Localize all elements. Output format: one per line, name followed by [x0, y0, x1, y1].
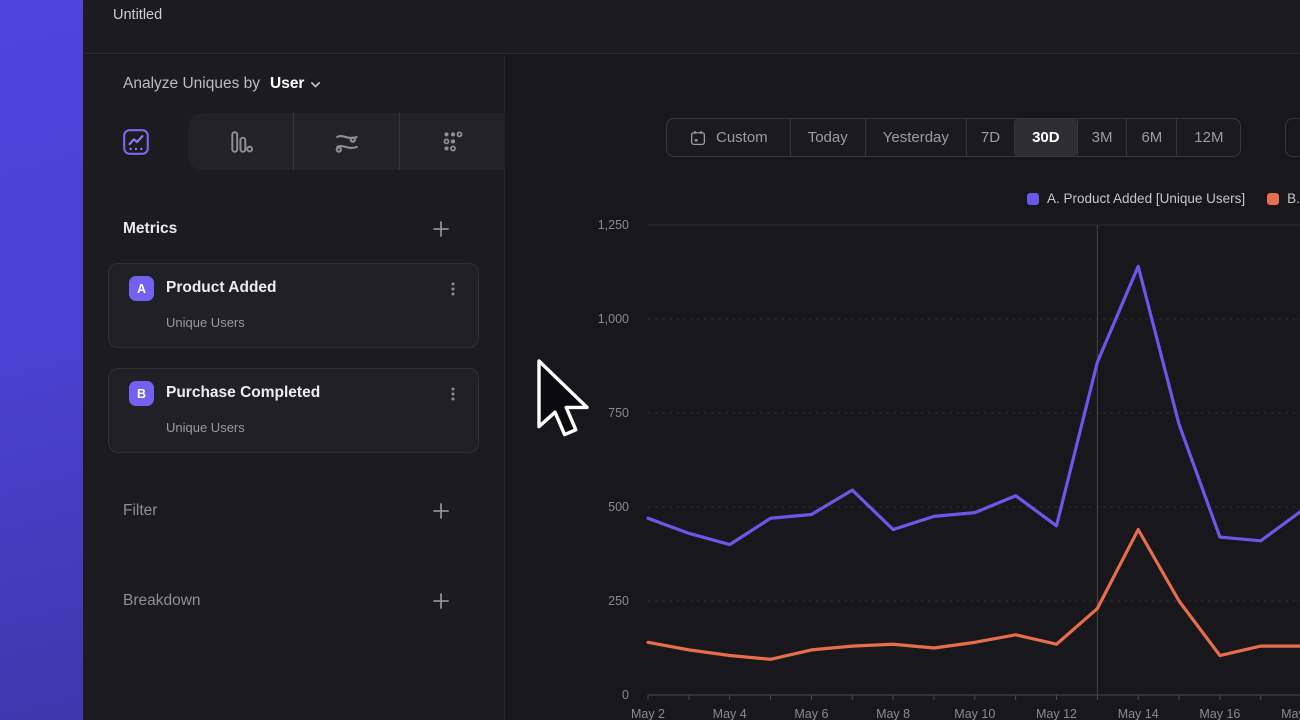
svg-text:May 4: May 4	[713, 707, 747, 720]
svg-text:May 2: May 2	[631, 707, 665, 720]
metric-subtitle: Unique Users	[166, 420, 245, 435]
line-chart-icon	[121, 127, 151, 157]
range-label: 6M	[1141, 129, 1162, 146]
svg-text:500: 500	[608, 500, 629, 514]
svg-text:May 18: May 18	[1281, 707, 1300, 720]
range-button-7d[interactable]: 7D	[966, 119, 1014, 156]
app-window: Untitled Analyze Uniques by User	[83, 0, 1300, 720]
metrics-title: Metrics	[123, 220, 177, 238]
filter-section-header: Filter	[123, 501, 451, 521]
metric-options-button[interactable]	[442, 278, 464, 300]
range-label: Yesterday	[883, 129, 949, 146]
metric-title: Product Added	[166, 279, 277, 297]
range-label: Today	[808, 129, 848, 146]
range-button-today[interactable]: Today	[790, 119, 865, 156]
background-gradient	[0, 0, 83, 720]
add-filter-button[interactable]	[431, 501, 451, 521]
kebab-menu-icon	[445, 281, 461, 297]
tab-bar-chart[interactable]	[188, 113, 293, 170]
filter-title: Filter	[123, 502, 157, 520]
bar-chart-icon	[228, 129, 254, 155]
metric-badge-b: B	[129, 381, 154, 406]
plus-icon	[432, 220, 450, 238]
tab-line-chart[interactable]	[117, 123, 155, 161]
svg-text:1,000: 1,000	[598, 312, 629, 326]
metric-badge-a: A	[129, 276, 154, 301]
grid-chart-icon	[440, 129, 466, 155]
plus-icon	[432, 502, 450, 520]
kebab-menu-icon	[445, 386, 461, 402]
metrics-section-header: Metrics	[123, 219, 451, 239]
svg-text:0: 0	[622, 688, 629, 702]
range-button-6m[interactable]: 6M	[1126, 119, 1176, 156]
range-button-12m[interactable]: 12M	[1176, 119, 1240, 156]
svg-text:May 8: May 8	[876, 707, 910, 720]
svg-text:May 14: May 14	[1118, 707, 1159, 720]
top-header: Untitled	[83, 0, 1300, 54]
add-metric-button[interactable]	[431, 219, 451, 239]
svg-text:1,250: 1,250	[598, 218, 629, 232]
add-breakdown-button[interactable]	[431, 591, 451, 611]
metric-options-button[interactable]	[442, 383, 464, 405]
plus-icon	[432, 592, 450, 610]
metric-card-b[interactable]: B Purchase Completed Unique Users	[108, 368, 479, 453]
range-label: 7D	[981, 129, 1000, 146]
calendar-icon	[689, 129, 707, 147]
tab-flow-chart[interactable]	[293, 113, 399, 170]
metric-title: Purchase Completed	[166, 384, 320, 402]
tab-grid-chart[interactable]	[399, 113, 505, 170]
date-range-control: Custom Today Yesterday 7D 30D 3M 6M 12M	[666, 118, 1241, 157]
report-title[interactable]: Untitled	[113, 7, 162, 23]
svg-text:May 16: May 16	[1199, 707, 1240, 720]
range-button-3m[interactable]: 3M	[1077, 119, 1127, 156]
breakdown-title: Breakdown	[123, 592, 201, 610]
range-button-30d[interactable]: 30D	[1014, 119, 1077, 156]
chart-panel: Custom Today Yesterday 7D 30D 3M 6M 12M Compare…	[506, 55, 1300, 720]
metric-subtitle: Unique Users	[166, 315, 245, 330]
svg-text:750: 750	[608, 406, 629, 420]
flow-chart-icon	[333, 128, 361, 156]
compare-button[interactable]: Compare	[1285, 118, 1300, 157]
svg-text:May 6: May 6	[794, 707, 828, 720]
range-button-custom[interactable]: Custom	[667, 119, 790, 156]
svg-text:May 12: May 12	[1036, 707, 1077, 720]
range-label: 30D	[1032, 129, 1060, 146]
range-label: 3M	[1092, 129, 1113, 146]
range-label: Custom	[716, 129, 768, 146]
analyze-selector-row: Analyze Uniques by User	[123, 75, 322, 93]
chart-canvas[interactable]: 0 250 500 750 1,000 1,250 May 2 May 4 May 6 May 8…	[506, 180, 1300, 720]
metric-card-a[interactable]: A Product Added Unique Users	[108, 263, 479, 348]
svg-text:May 10: May 10	[954, 707, 995, 720]
analyze-value-dropdown[interactable]: User	[270, 75, 322, 93]
chevron-down-icon	[309, 78, 322, 91]
analyze-label: Analyze Uniques by	[123, 75, 260, 93]
range-label: 12M	[1194, 129, 1223, 146]
range-button-yesterday[interactable]: Yesterday	[865, 119, 966, 156]
breakdown-section-header: Breakdown	[123, 591, 451, 611]
chart-type-tabs	[188, 113, 505, 170]
query-sidebar: Analyze Uniques by User	[83, 55, 505, 720]
svg-text:250: 250	[608, 594, 629, 608]
